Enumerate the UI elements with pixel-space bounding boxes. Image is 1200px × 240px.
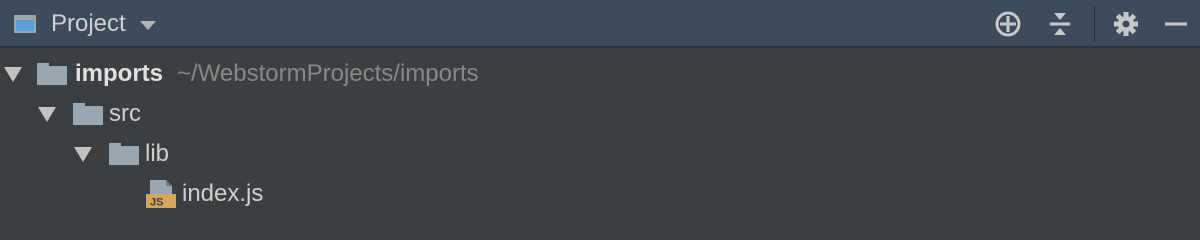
folder-icon [73, 103, 103, 125]
tree-node-index-js[interactable]: JS index.js [146, 174, 263, 214]
tool-window-title: Project [51, 10, 126, 37]
hide-minus-icon [1165, 22, 1187, 26]
project-path: ~/WebstormProjects/imports [177, 60, 479, 87]
tool-window-header: Project [0, 0, 1200, 48]
js-badge-label: JS [150, 197, 163, 209]
dropdown-caret-icon[interactable] [139, 21, 156, 30]
expand-arrow-icon[interactable] [74, 146, 92, 162]
settings-button[interactable] [1111, 9, 1141, 39]
tree-node-src[interactable]: src [38, 94, 141, 134]
tree-node-label: index.js [182, 180, 264, 207]
hide-button[interactable] [1161, 9, 1191, 39]
toolbar-separator [1094, 6, 1095, 42]
locate-button[interactable] [993, 9, 1023, 39]
expand-arrow-icon[interactable] [38, 106, 56, 122]
view-selector[interactable]: Project [14, 0, 156, 48]
folder-icon [37, 63, 67, 85]
tree-node-label: src [109, 100, 141, 127]
locate-target-icon [995, 11, 1021, 37]
gear-icon [1114, 12, 1138, 36]
tree-node-label: imports [75, 60, 164, 87]
tree-node-label: lib [145, 140, 170, 167]
project-view-icon [14, 15, 36, 33]
js-file-icon: JS [146, 180, 176, 209]
collapse-all-icon [1050, 13, 1070, 35]
collapse-all-button[interactable] [1045, 9, 1075, 39]
folder-icon [109, 143, 139, 165]
tree-node-lib[interactable]: lib [74, 134, 169, 174]
expand-arrow-icon[interactable] [4, 66, 22, 82]
tree-node-imports[interactable]: imports ~/WebstormProjects/imports [4, 54, 479, 94]
